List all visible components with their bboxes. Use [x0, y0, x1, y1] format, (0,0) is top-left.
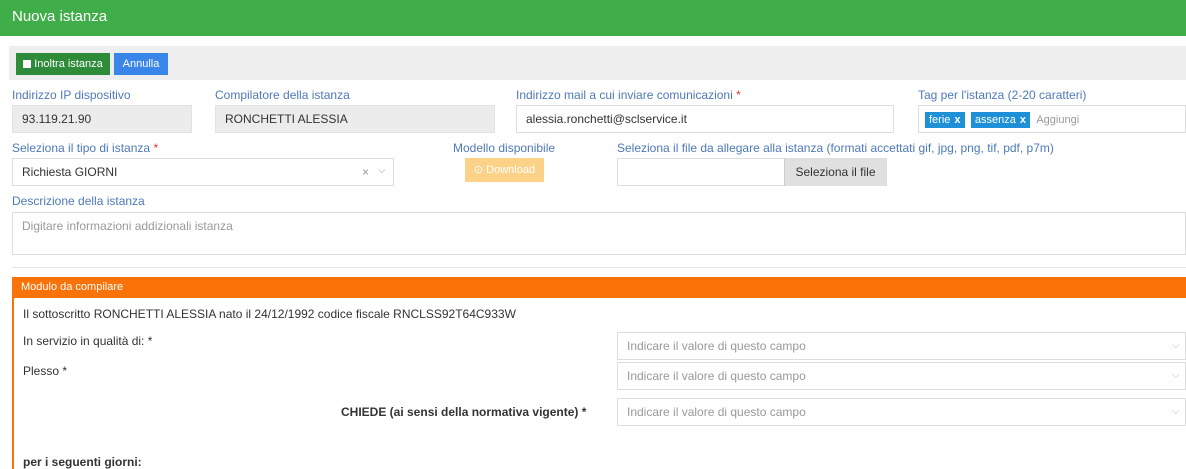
tag-chip: ferie x [925, 111, 965, 128]
chiede-select[interactable]: Indicare il valore di questo campo [617, 398, 1186, 426]
required-mark: * [736, 88, 741, 102]
plesso-placeholder: Indicare il valore di questo campo [627, 369, 806, 383]
select-file-button[interactable]: Seleziona il file [784, 159, 886, 186]
description-label: Descrizione della istanza [12, 194, 145, 208]
cancel-button[interactable]: Annulla [114, 53, 168, 75]
type-label: Seleziona il tipo di istanza * [12, 141, 158, 155]
module-header: Modulo da compilare [12, 277, 1186, 298]
divider [12, 267, 1186, 268]
download-button[interactable]: ⊙ Download [465, 158, 544, 182]
type-select-value: Richiesta GIORNI [22, 165, 118, 179]
description-textarea[interactable]: Digitare informazioni addizionali istanz… [12, 212, 1186, 255]
role-select[interactable]: Indicare il valore di questo campo [617, 332, 1186, 360]
days-heading: per i seguenti giorni: [23, 455, 142, 469]
required-mark: * [153, 141, 159, 155]
tags-placeholder: Aggiungi [1036, 114, 1080, 126]
plesso-label: Plesso * [23, 364, 68, 378]
remove-tag-icon[interactable]: x [954, 114, 960, 126]
clear-icon[interactable]: × [362, 165, 369, 179]
tag-label: assenza [974, 113, 1016, 126]
remove-tag-icon[interactable]: x [1020, 114, 1026, 126]
role-label: In servizio in qualità di: * [23, 334, 153, 348]
type-label-text: Seleziona il tipo di istanza [12, 141, 151, 155]
chevron-down-icon: ⌵ [1172, 340, 1180, 351]
compiler-label: Compilatore della istanza [215, 88, 350, 102]
tag-chip: assenza x [970, 111, 1030, 128]
module-intro: Il sottoscritto RONCHETTI ALESSIA nato i… [23, 307, 516, 321]
model-label: Modello disponibile [453, 141, 556, 155]
email-field[interactable]: alessia.ronchetti@sclservice.it [516, 105, 894, 133]
chiede-placeholder: Indicare il valore di questo campo [627, 405, 806, 419]
submit-button[interactable]: Inoltra istanza [16, 53, 110, 75]
tags-label: Tag per l'istanza (2-20 caratteri) [918, 88, 1087, 102]
chevron-down-icon[interactable]: ⌵ [378, 165, 386, 176]
type-select[interactable]: Richiesta GIORNI [12, 158, 394, 186]
submit-label: Inoltra istanza [34, 58, 103, 70]
window-title: Nuova istanza [0, 0, 1186, 36]
tags-input[interactable]: ferie x assenza x Aggiungi [918, 105, 1186, 133]
email-label: Indirizzo mail a cui inviare comunicazio… [516, 88, 741, 102]
toolbar: Inoltra istanza Annulla [9, 46, 1186, 80]
plesso-select[interactable]: Indicare il valore di questo campo [617, 362, 1186, 390]
ip-field: 93.119.21.90 [12, 105, 192, 133]
save-icon [23, 60, 32, 68]
description-placeholder: Digitare informazioni addizionali istanz… [22, 219, 233, 233]
compiler-field: RONCHETTI ALESSIA [215, 105, 495, 133]
tag-label: ferie [929, 113, 951, 126]
file-label: Seleziona il file da allegare alla istan… [617, 141, 1054, 155]
download-label: Download [486, 164, 536, 176]
chiede-label: CHIEDE (ai sensi della normativa vigente… [341, 405, 587, 419]
chevron-down-icon: ⌵ [1172, 406, 1180, 417]
email-label-text: Indirizzo mail a cui inviare comunicazio… [516, 88, 733, 102]
chevron-down-icon: ⌵ [1172, 370, 1180, 381]
module-frame [12, 298, 14, 469]
cloud-download-icon: ⊙ [473, 164, 487, 176]
role-placeholder: Indicare il valore di questo campo [627, 339, 806, 353]
ip-label: Indirizzo IP dispositivo [12, 88, 131, 102]
form-page: Inoltra istanza Annulla Indirizzo IP dis… [0, 36, 1186, 469]
